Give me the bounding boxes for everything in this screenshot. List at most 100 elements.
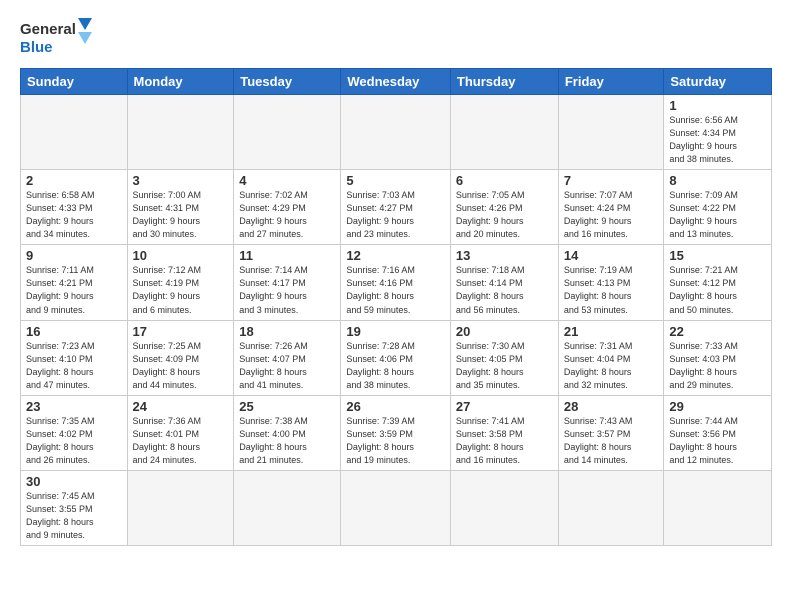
day-info: Sunrise: 7:39 AM Sunset: 3:59 PM Dayligh… — [346, 415, 445, 467]
calendar-cell: 20Sunrise: 7:30 AM Sunset: 4:05 PM Dayli… — [450, 320, 558, 395]
calendar-cell: 10Sunrise: 7:12 AM Sunset: 4:19 PM Dayli… — [127, 245, 234, 320]
logo-svg: General Blue — [20, 16, 110, 58]
day-number: 17 — [133, 324, 229, 339]
day-info: Sunrise: 7:45 AM Sunset: 3:55 PM Dayligh… — [26, 490, 122, 542]
day-number: 18 — [239, 324, 335, 339]
calendar-cell: 29Sunrise: 7:44 AM Sunset: 3:56 PM Dayli… — [664, 395, 772, 470]
weekday-header-friday: Friday — [558, 69, 664, 95]
day-number: 2 — [26, 173, 122, 188]
day-info: Sunrise: 7:11 AM Sunset: 4:21 PM Dayligh… — [26, 264, 122, 316]
day-info: Sunrise: 7:33 AM Sunset: 4:03 PM Dayligh… — [669, 340, 766, 392]
day-info: Sunrise: 7:09 AM Sunset: 4:22 PM Dayligh… — [669, 189, 766, 241]
calendar-cell — [558, 470, 664, 545]
calendar-cell — [664, 470, 772, 545]
day-number: 19 — [346, 324, 445, 339]
calendar-cell: 14Sunrise: 7:19 AM Sunset: 4:13 PM Dayli… — [558, 245, 664, 320]
weekday-header-tuesday: Tuesday — [234, 69, 341, 95]
calendar-cell: 28Sunrise: 7:43 AM Sunset: 3:57 PM Dayli… — [558, 395, 664, 470]
day-info: Sunrise: 7:44 AM Sunset: 3:56 PM Dayligh… — [669, 415, 766, 467]
calendar-cell: 13Sunrise: 7:18 AM Sunset: 4:14 PM Dayli… — [450, 245, 558, 320]
day-number: 1 — [669, 98, 766, 113]
day-info: Sunrise: 7:23 AM Sunset: 4:10 PM Dayligh… — [26, 340, 122, 392]
day-info: Sunrise: 7:30 AM Sunset: 4:05 PM Dayligh… — [456, 340, 553, 392]
calendar-cell: 1Sunrise: 6:56 AM Sunset: 4:34 PM Daylig… — [664, 95, 772, 170]
day-number: 7 — [564, 173, 659, 188]
day-info: Sunrise: 7:05 AM Sunset: 4:26 PM Dayligh… — [456, 189, 553, 241]
header: General Blue — [20, 16, 772, 58]
day-number: 10 — [133, 248, 229, 263]
calendar-cell — [234, 470, 341, 545]
day-number: 29 — [669, 399, 766, 414]
day-info: Sunrise: 7:28 AM Sunset: 4:06 PM Dayligh… — [346, 340, 445, 392]
calendar-cell: 15Sunrise: 7:21 AM Sunset: 4:12 PM Dayli… — [664, 245, 772, 320]
calendar-cell — [558, 95, 664, 170]
weekday-header-monday: Monday — [127, 69, 234, 95]
calendar-cell — [21, 95, 128, 170]
day-info: Sunrise: 7:35 AM Sunset: 4:02 PM Dayligh… — [26, 415, 122, 467]
calendar-cell: 30Sunrise: 7:45 AM Sunset: 3:55 PM Dayli… — [21, 470, 128, 545]
day-number: 26 — [346, 399, 445, 414]
day-number: 15 — [669, 248, 766, 263]
day-info: Sunrise: 7:14 AM Sunset: 4:17 PM Dayligh… — [239, 264, 335, 316]
calendar-cell — [341, 470, 451, 545]
calendar-cell — [127, 95, 234, 170]
calendar-cell: 4Sunrise: 7:02 AM Sunset: 4:29 PM Daylig… — [234, 170, 341, 245]
day-info: Sunrise: 6:58 AM Sunset: 4:33 PM Dayligh… — [26, 189, 122, 241]
calendar-cell: 5Sunrise: 7:03 AM Sunset: 4:27 PM Daylig… — [341, 170, 451, 245]
day-info: Sunrise: 7:12 AM Sunset: 4:19 PM Dayligh… — [133, 264, 229, 316]
weekday-header-sunday: Sunday — [21, 69, 128, 95]
day-info: Sunrise: 7:18 AM Sunset: 4:14 PM Dayligh… — [456, 264, 553, 316]
calendar-cell: 12Sunrise: 7:16 AM Sunset: 4:16 PM Dayli… — [341, 245, 451, 320]
logo: General Blue — [20, 16, 110, 58]
day-number: 5 — [346, 173, 445, 188]
day-info: Sunrise: 7:00 AM Sunset: 4:31 PM Dayligh… — [133, 189, 229, 241]
week-row-6: 30Sunrise: 7:45 AM Sunset: 3:55 PM Dayli… — [21, 470, 772, 545]
week-row-1: 1Sunrise: 6:56 AM Sunset: 4:34 PM Daylig… — [21, 95, 772, 170]
day-info: Sunrise: 7:25 AM Sunset: 4:09 PM Dayligh… — [133, 340, 229, 392]
day-info: Sunrise: 6:56 AM Sunset: 4:34 PM Dayligh… — [669, 114, 766, 166]
day-number: 30 — [26, 474, 122, 489]
calendar-cell: 7Sunrise: 7:07 AM Sunset: 4:24 PM Daylig… — [558, 170, 664, 245]
day-number: 14 — [564, 248, 659, 263]
calendar-cell — [450, 470, 558, 545]
day-info: Sunrise: 7:02 AM Sunset: 4:29 PM Dayligh… — [239, 189, 335, 241]
weekday-header-thursday: Thursday — [450, 69, 558, 95]
calendar-cell: 25Sunrise: 7:38 AM Sunset: 4:00 PM Dayli… — [234, 395, 341, 470]
calendar-cell: 18Sunrise: 7:26 AM Sunset: 4:07 PM Dayli… — [234, 320, 341, 395]
day-number: 25 — [239, 399, 335, 414]
calendar-cell: 24Sunrise: 7:36 AM Sunset: 4:01 PM Dayli… — [127, 395, 234, 470]
calendar-cell: 2Sunrise: 6:58 AM Sunset: 4:33 PM Daylig… — [21, 170, 128, 245]
weekday-header-wednesday: Wednesday — [341, 69, 451, 95]
day-number: 24 — [133, 399, 229, 414]
day-info: Sunrise: 7:19 AM Sunset: 4:13 PM Dayligh… — [564, 264, 659, 316]
calendar-cell: 9Sunrise: 7:11 AM Sunset: 4:21 PM Daylig… — [21, 245, 128, 320]
day-number: 12 — [346, 248, 445, 263]
day-number: 20 — [456, 324, 553, 339]
day-number: 23 — [26, 399, 122, 414]
day-info: Sunrise: 7:36 AM Sunset: 4:01 PM Dayligh… — [133, 415, 229, 467]
day-number: 28 — [564, 399, 659, 414]
calendar-cell — [234, 95, 341, 170]
calendar: SundayMondayTuesdayWednesdayThursdayFrid… — [20, 68, 772, 546]
calendar-cell: 23Sunrise: 7:35 AM Sunset: 4:02 PM Dayli… — [21, 395, 128, 470]
calendar-cell: 22Sunrise: 7:33 AM Sunset: 4:03 PM Dayli… — [664, 320, 772, 395]
day-info: Sunrise: 7:41 AM Sunset: 3:58 PM Dayligh… — [456, 415, 553, 467]
calendar-cell — [341, 95, 451, 170]
calendar-cell: 16Sunrise: 7:23 AM Sunset: 4:10 PM Dayli… — [21, 320, 128, 395]
day-number: 21 — [564, 324, 659, 339]
day-info: Sunrise: 7:38 AM Sunset: 4:00 PM Dayligh… — [239, 415, 335, 467]
weekday-header-row: SundayMondayTuesdayWednesdayThursdayFrid… — [21, 69, 772, 95]
day-info: Sunrise: 7:43 AM Sunset: 3:57 PM Dayligh… — [564, 415, 659, 467]
day-info: Sunrise: 7:03 AM Sunset: 4:27 PM Dayligh… — [346, 189, 445, 241]
calendar-cell: 3Sunrise: 7:00 AM Sunset: 4:31 PM Daylig… — [127, 170, 234, 245]
day-number: 16 — [26, 324, 122, 339]
calendar-cell: 27Sunrise: 7:41 AM Sunset: 3:58 PM Dayli… — [450, 395, 558, 470]
day-info: Sunrise: 7:07 AM Sunset: 4:24 PM Dayligh… — [564, 189, 659, 241]
calendar-cell: 11Sunrise: 7:14 AM Sunset: 4:17 PM Dayli… — [234, 245, 341, 320]
day-info: Sunrise: 7:26 AM Sunset: 4:07 PM Dayligh… — [239, 340, 335, 392]
calendar-cell: 8Sunrise: 7:09 AM Sunset: 4:22 PM Daylig… — [664, 170, 772, 245]
calendar-cell — [127, 470, 234, 545]
week-row-5: 23Sunrise: 7:35 AM Sunset: 4:02 PM Dayli… — [21, 395, 772, 470]
calendar-cell: 6Sunrise: 7:05 AM Sunset: 4:26 PM Daylig… — [450, 170, 558, 245]
day-number: 9 — [26, 248, 122, 263]
